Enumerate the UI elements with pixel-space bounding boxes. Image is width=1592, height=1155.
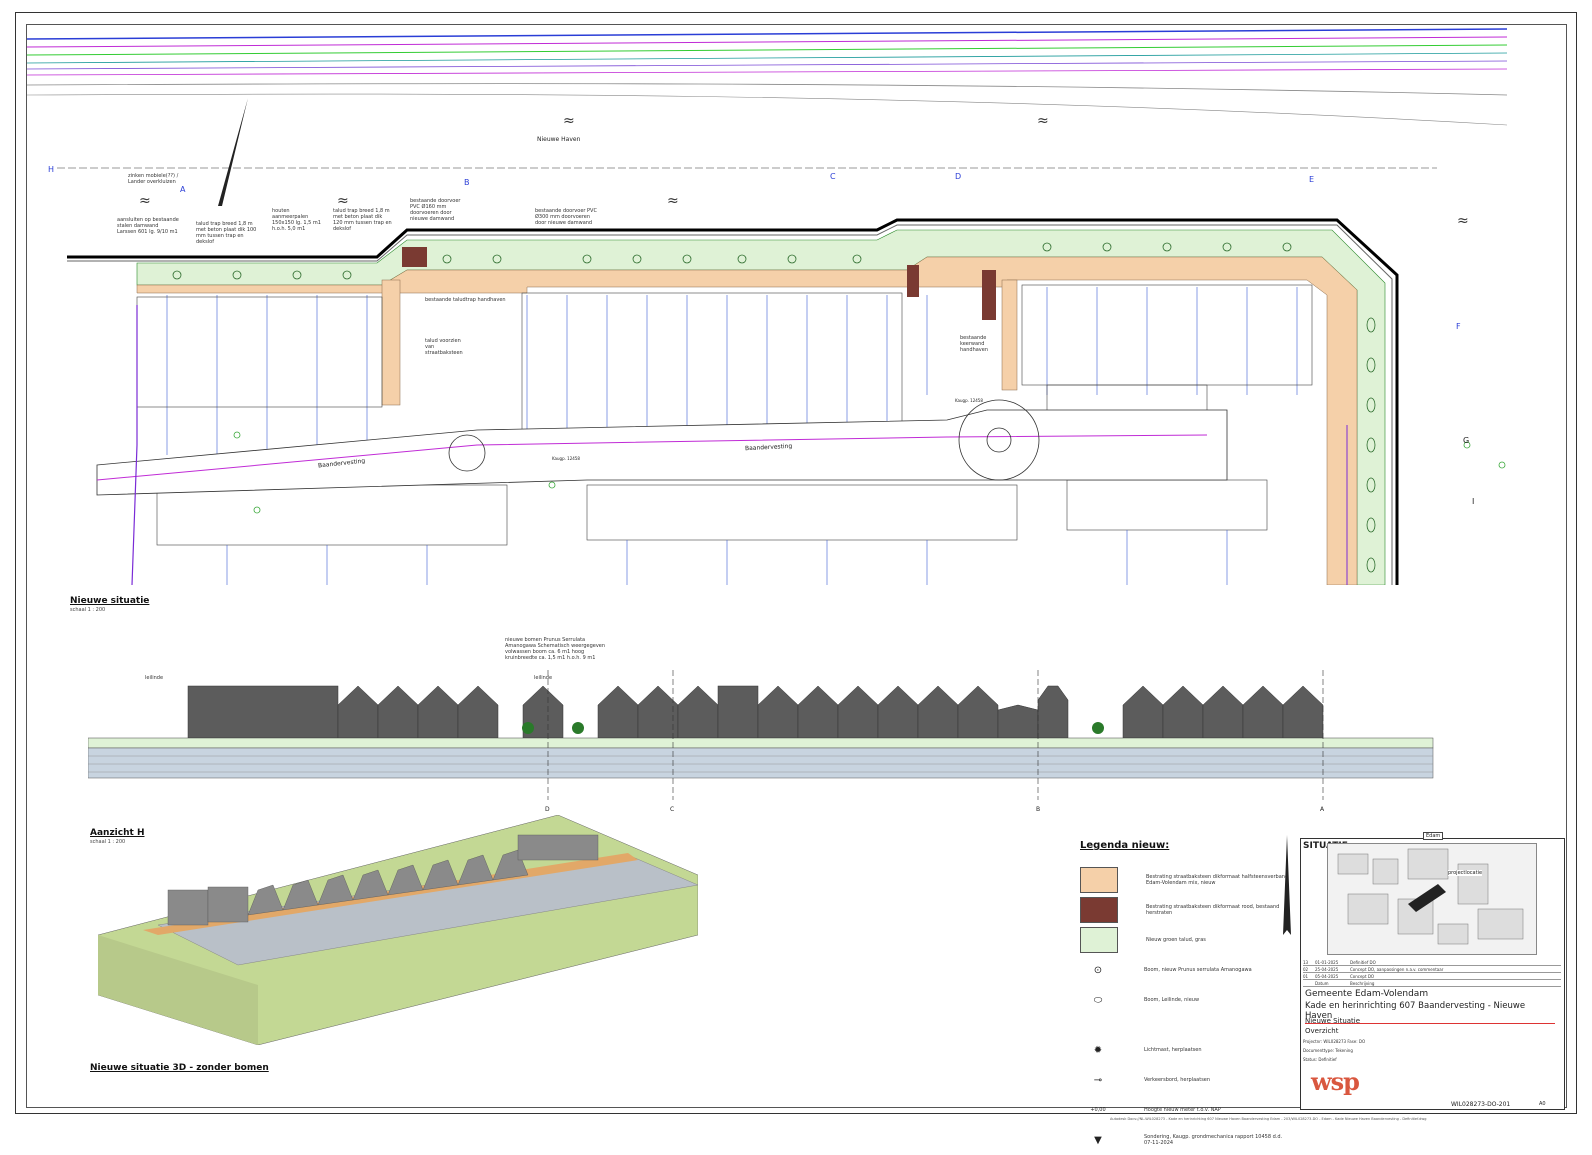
height-marker-icon: +0,00 bbox=[1090, 1107, 1106, 1113]
elevation-leilinde-1: leilinde bbox=[145, 675, 164, 681]
legend-item: ⬭ Boom, Leilinde, nieuw bbox=[1080, 985, 1290, 1015]
section-marker-b: B bbox=[464, 178, 470, 187]
map-label-edam: Edam bbox=[1423, 832, 1444, 840]
revision-table: 13 01-01-2025 Definitief DO 02 25-04-2025 Co… bbox=[1303, 959, 1561, 987]
svg-text:≈: ≈ bbox=[1037, 113, 1049, 129]
section-marker-i: I bbox=[1472, 497, 1475, 506]
legend-swatch-brick-new bbox=[1080, 867, 1118, 893]
legend-item: ✹ Lichtmast, herplaatsen bbox=[1080, 1035, 1290, 1065]
legend-item: ⊙ Boom, nieuw Prunus serrulata Amanogawa bbox=[1080, 955, 1290, 985]
view-3d bbox=[98, 815, 698, 1045]
project-meta: Projectnr: WIL028273 Fase: DO Documentty… bbox=[1303, 1039, 1366, 1062]
legend-item: Nieuw groen talud, gras bbox=[1080, 925, 1290, 955]
kaugp-2: Kaugp. 12458 bbox=[955, 398, 983, 403]
section-marker-f: F bbox=[1456, 322, 1461, 331]
leilinde-icon: ⬭ bbox=[1093, 994, 1103, 1006]
svg-text:≈: ≈ bbox=[1457, 213, 1469, 229]
legend-swatch-brick-red bbox=[1080, 897, 1118, 923]
drawing-subtitle-2: Overzicht bbox=[1305, 1027, 1339, 1035]
sounding-icon: ▼ bbox=[1094, 1134, 1102, 1146]
revision-row: Datum Beschrijving bbox=[1303, 980, 1561, 987]
svg-text:≈: ≈ bbox=[667, 193, 679, 209]
section-marker-d: D bbox=[955, 172, 962, 181]
note-doorvoer-160: bestaande doorvoer PVC Ø160 mm doorvoere… bbox=[410, 198, 461, 222]
title-block: SITUATIE Edam projectlocatie 13 01-01-202… bbox=[1300, 832, 1565, 1110]
legend-title: Legenda nieuw: bbox=[1080, 840, 1170, 851]
elevation-view bbox=[88, 670, 1434, 800]
north-arrow-icon bbox=[218, 98, 248, 206]
elevation-marker-b: B bbox=[1036, 806, 1041, 813]
elevation-marker-a: A bbox=[1320, 806, 1325, 813]
revision-row: 13 01-01-2025 Definitief DO bbox=[1303, 959, 1561, 966]
north-arrow-icon bbox=[1283, 835, 1291, 935]
note-aansluiten: aansluiten op bestaande stalen damwand L… bbox=[117, 217, 179, 235]
elevation-tree-note: nieuwe bomen Prunus Serrulata Amanogawa … bbox=[505, 637, 606, 661]
view-3d-title: Nieuwe situatie 3D - zonder bomen bbox=[90, 1063, 269, 1073]
map-label-projectlocatie: projectlocatie bbox=[1448, 870, 1483, 876]
street-baandervesting bbox=[96, 409, 1228, 496]
elevation-buildings bbox=[187, 685, 1324, 739]
section-marker-e: E bbox=[1309, 175, 1315, 184]
drawing-number: WIL028273-DO-201 bbox=[1451, 1101, 1511, 1108]
paper-format: A0 bbox=[1539, 1101, 1546, 1107]
elevation-marker-d: D bbox=[545, 806, 550, 813]
tree-icon: ⊙ bbox=[1093, 964, 1103, 976]
section-marker-g: G bbox=[1463, 436, 1470, 445]
section-marker-c: C bbox=[830, 172, 836, 181]
note-talud-straatbaksteen: talud voorzien van straatbaksteen bbox=[425, 338, 463, 356]
drawing-subtitle: Nieuwe Situatie bbox=[1305, 1017, 1361, 1025]
water-label: Nieuwe Haven bbox=[537, 136, 581, 143]
legend-item: Bestrating straatbaksteen dikformaat hal… bbox=[1080, 865, 1290, 895]
legend-item: ▼ Sondering, Kaugp. grondmechanica rappo… bbox=[1080, 1125, 1290, 1155]
legend: Legenda nieuw: Bestrating straatbaksteen… bbox=[1080, 840, 1290, 1146]
note-aanmeerpalen-1: houten aanmeerpalen 150x150 lg. 1,5 m1 h… bbox=[272, 208, 321, 232]
revision-row: 02 25-04-2025 Concept DO, aanpassingen n.a… bbox=[1303, 966, 1561, 973]
section-marker-h: H bbox=[48, 165, 55, 174]
legend-item: ⊸ Verkeersbord, herplaatsen bbox=[1080, 1065, 1290, 1095]
plan-view-scale: schaal 1 : 200 bbox=[70, 607, 106, 613]
kaugp-1: Kaugp. 12458 bbox=[552, 456, 580, 461]
note-trap-1: talud trap breed 1,8 m met beton plaat d… bbox=[196, 221, 257, 245]
elevation-marker-c: C bbox=[670, 806, 675, 813]
revision-row: 01 05-04-2025 Concept DO bbox=[1303, 973, 1561, 980]
svg-text:≈: ≈ bbox=[563, 113, 575, 129]
note-keerwand: bestaande keerwand handhaven bbox=[960, 335, 989, 353]
note-overkluizen: zinken mobiele(??) / Lander overkluizen bbox=[128, 173, 179, 185]
legend-swatch-grass bbox=[1080, 927, 1118, 953]
note-doorvoer-300: bestaande doorvoer PVC Ø300 mm doorvoere… bbox=[535, 208, 597, 226]
wsp-logo: wsp bbox=[1311, 1067, 1360, 1096]
elevation-leilinde-2: leilinde bbox=[534, 675, 553, 681]
svg-text:≈: ≈ bbox=[139, 193, 151, 209]
location-map: Edam projectlocatie bbox=[1327, 832, 1537, 955]
client-name: Gemeente Edam-Volendam bbox=[1305, 989, 1429, 999]
elevation-ground bbox=[88, 737, 1434, 749]
note-taludtrap: bestaande taludtrap handhaven bbox=[425, 297, 506, 303]
note-trap-2: talud trap breed 1,8 m met beton plaat d… bbox=[333, 208, 392, 232]
legend-item: Bestrating straatbaksteen dikformaat roo… bbox=[1080, 895, 1290, 925]
svg-text:≈: ≈ bbox=[337, 193, 349, 209]
file-path-footer: Autodesk Docs://NL-WIL028273 - Kade en h… bbox=[1110, 1117, 1427, 1121]
lamp-post-icon: ✹ bbox=[1093, 1044, 1103, 1056]
traffic-sign-icon: ⊸ bbox=[1093, 1074, 1103, 1086]
plan-view-title: Nieuwe situatie bbox=[70, 596, 150, 606]
section-marker-a: A bbox=[180, 185, 186, 194]
